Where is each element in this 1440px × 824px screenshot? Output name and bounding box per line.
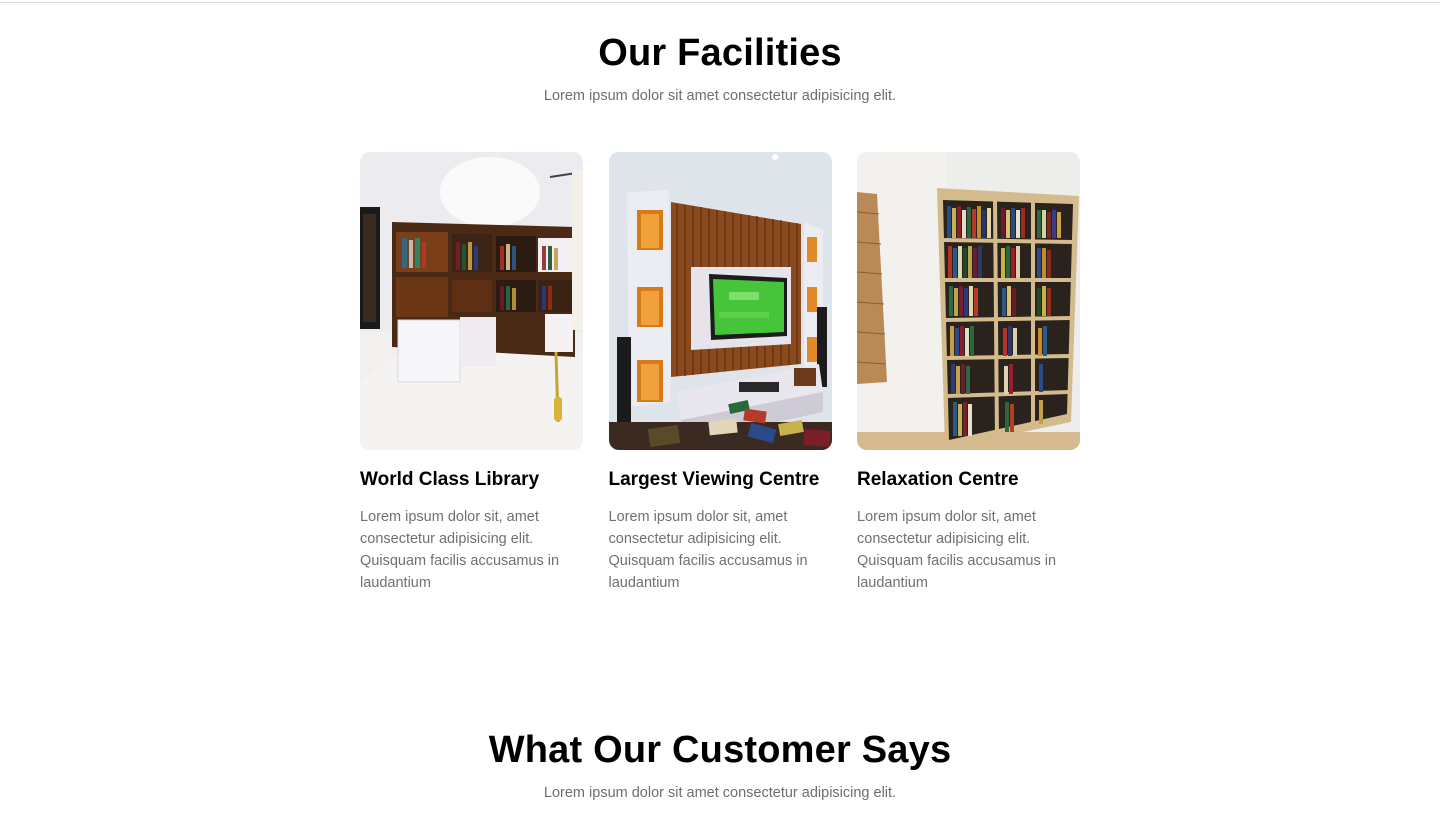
- card-title: Relaxation Centre: [857, 469, 1019, 490]
- card-title: Largest Viewing Centre: [608, 469, 820, 490]
- library-photo: [360, 152, 583, 450]
- facilities-heading: Our Facilities: [598, 32, 842, 74]
- facility-card-relaxation-centre[interactable]: Relaxation Centre Lorem ipsum dolor sit,…: [857, 152, 1080, 594]
- testimonials-heading: What Our Customer Says: [488, 729, 952, 771]
- facility-card-viewing-centre[interactable]: Largest Viewing Centre Lorem ipsum dolor…: [608, 152, 832, 594]
- facilities-subheading: Lorem ipsum dolor sit amet consectetur a…: [543, 88, 897, 104]
- top-divider: [0, 2, 1440, 3]
- card-description: Lorem ipsum dolor sit, amet consectetur …: [360, 509, 560, 591]
- relaxation-centre-photo: [857, 152, 1080, 450]
- card-description: Lorem ipsum dolor sit, amet consectetur …: [857, 509, 1057, 591]
- viewing-centre-photo: [608, 152, 832, 450]
- card-title: World Class Library: [360, 469, 540, 490]
- card-description: Lorem ipsum dolor sit, amet consectetur …: [608, 509, 808, 591]
- facilities-cards: World Class Library Lorem ipsum dolor si…: [360, 152, 1080, 594]
- testimonials-subheading: Lorem ipsum dolor sit amet consectetur a…: [543, 785, 897, 801]
- facility-card-library[interactable]: World Class Library Lorem ipsum dolor si…: [360, 152, 583, 594]
